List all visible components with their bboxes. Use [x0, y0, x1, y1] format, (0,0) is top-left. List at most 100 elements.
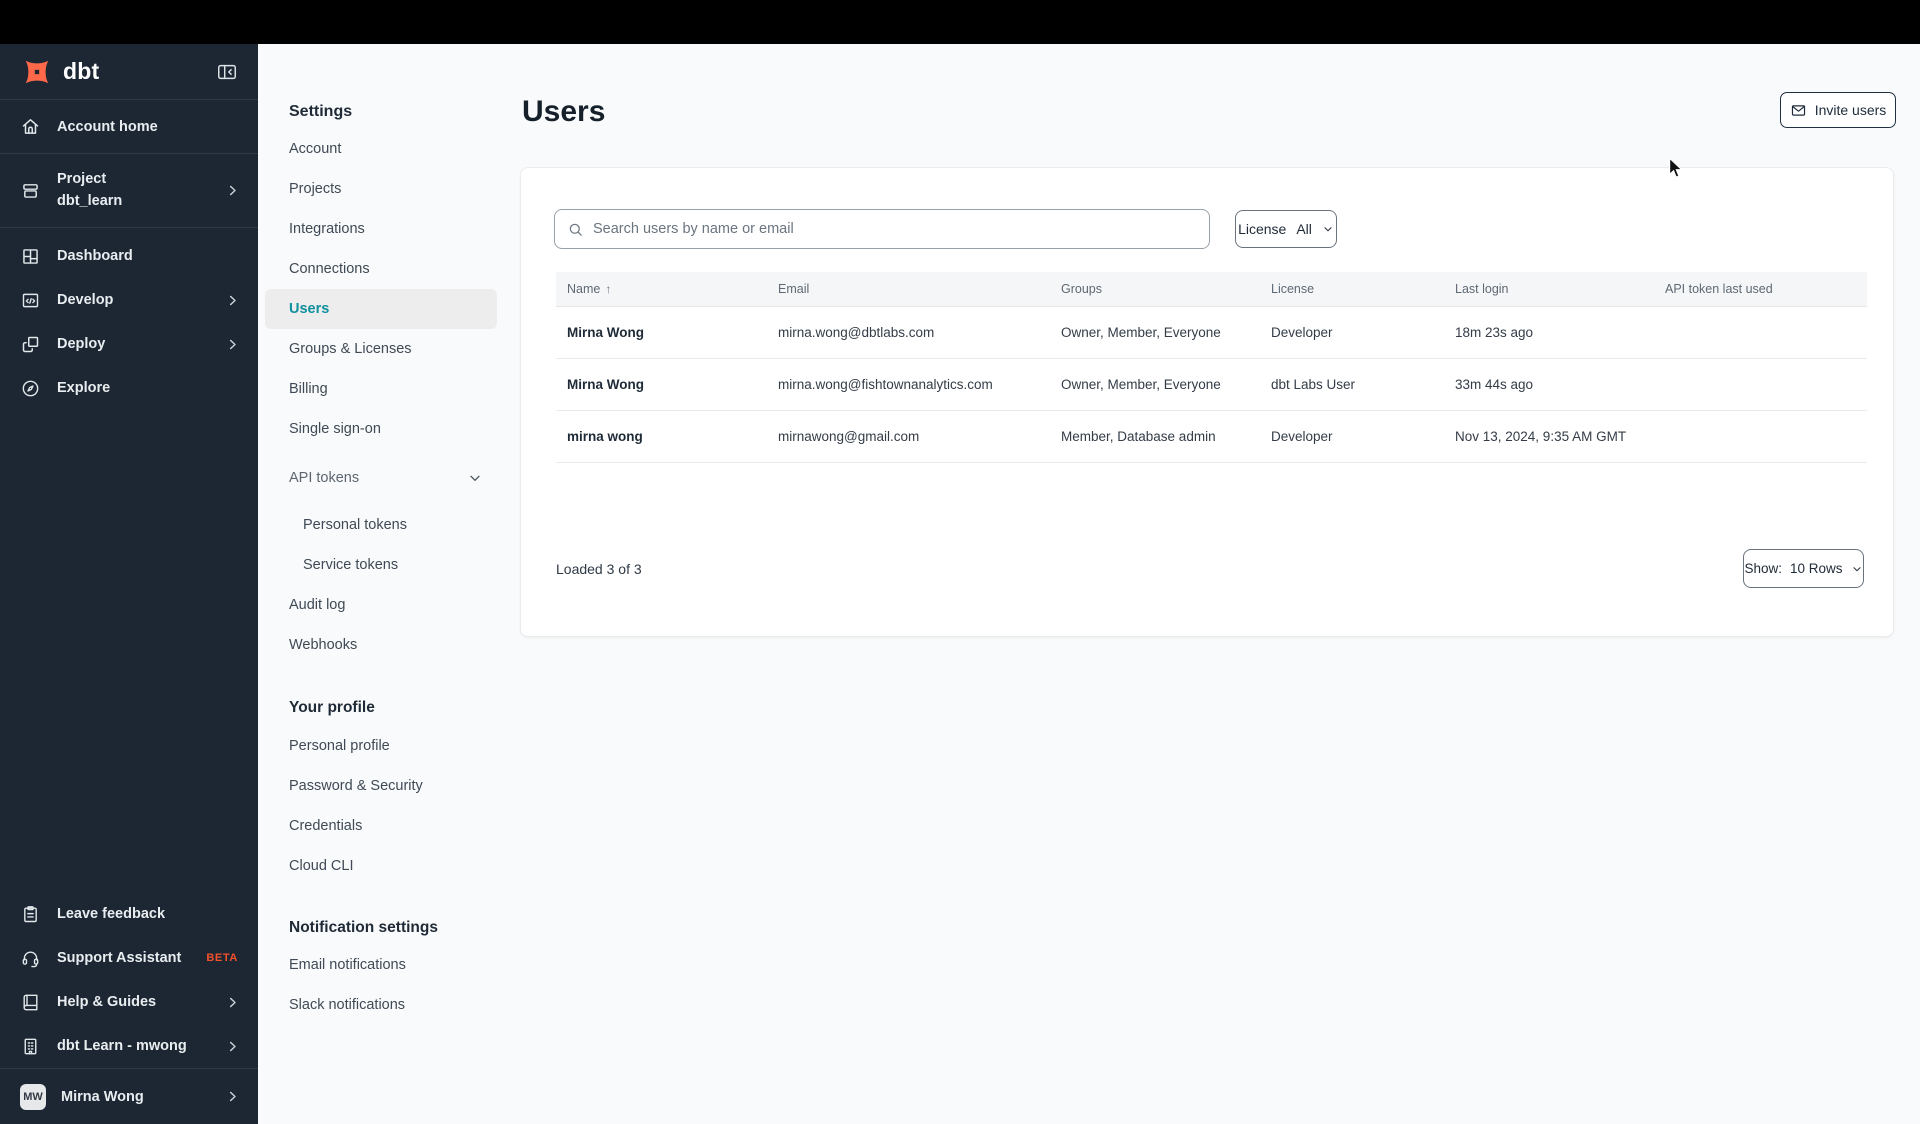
book-icon: [20, 992, 41, 1013]
dbt-logo: dbt: [20, 55, 99, 89]
chevron-right-icon: [225, 1089, 240, 1104]
sidebar-item-label: Deploy: [57, 336, 106, 352]
project-box-icon: [20, 180, 41, 201]
settings-nav-api-tokens[interactable]: API tokens: [265, 458, 497, 498]
settings-nav-audit-log[interactable]: Audit log: [265, 585, 497, 625]
cell-email: mirnawong@gmail.com: [778, 429, 920, 444]
top-black-bar: [0, 0, 1920, 44]
sidebar-item-label: dbt Learn - mwong: [57, 1038, 187, 1054]
deploy-windows-icon: [20, 334, 41, 355]
avatar: MW: [20, 1083, 46, 1110]
sidebar-item-dashboard[interactable]: Dashboard: [0, 234, 258, 278]
sidebar-item-label: Support Assistant: [57, 950, 182, 966]
user-name: Mirna Wong: [61, 1088, 144, 1105]
column-header-license[interactable]: License: [1260, 282, 1444, 296]
table-row[interactable]: mirna wong mirnawong@gmail.com Member, D…: [556, 411, 1867, 463]
settings-nav-cloud-cli[interactable]: Cloud CLI: [265, 846, 497, 886]
develop-code-icon: [20, 290, 41, 311]
settings-nav-single-sign-on[interactable]: Single sign-on: [265, 409, 497, 449]
license-filter-value: All: [1296, 221, 1312, 237]
license-filter-dropdown[interactable]: License All: [1235, 210, 1337, 248]
column-header-email[interactable]: Email: [767, 282, 1050, 296]
sidebar-item-deploy[interactable]: Deploy: [0, 322, 258, 366]
settings-nav-webhooks[interactable]: Webhooks: [265, 625, 497, 665]
chevron-down-icon: [1851, 563, 1863, 575]
sidebar-item-support-assistant[interactable]: Support Assistant BETA: [0, 936, 258, 980]
chevron-right-icon: [225, 293, 240, 308]
sidebar-item-label: Develop: [57, 292, 114, 308]
sidebar-item-label: Account home: [57, 118, 158, 135]
table-header-row: Name ↑ Email Groups License Last login AP…: [556, 272, 1867, 307]
chevron-right-icon: [225, 183, 240, 198]
sidebar-item-develop[interactable]: Develop: [0, 278, 258, 322]
cell-license: Developer: [1271, 429, 1333, 444]
sidebar-header: dbt: [0, 44, 258, 99]
headset-icon: [20, 948, 41, 969]
settings-nav-personal-profile[interactable]: Personal profile: [265, 726, 497, 766]
search-icon: [567, 221, 584, 238]
settings-nav-service-tokens[interactable]: Service tokens: [265, 545, 497, 585]
page-title: Users: [522, 95, 606, 128]
users-card: License All Name↑ Email Groups License L…: [520, 167, 1894, 637]
dbt-logo-icon: [25, 60, 49, 83]
cell-license: dbt Labs User: [1271, 377, 1356, 392]
sidebar-user-menu[interactable]: MW Mirna Wong: [0, 1069, 258, 1124]
sidebar-item-explore[interactable]: Explore: [0, 366, 258, 410]
search-input[interactable]: [593, 221, 1197, 237]
invite-users-button[interactable]: Invite users: [1780, 92, 1896, 128]
column-header-name[interactable]: Name ↑: [556, 282, 767, 296]
loaded-status: Loaded 3 of 3: [556, 561, 642, 577]
column-header-groups[interactable]: Groups: [1050, 282, 1260, 296]
explore-compass-icon: [20, 378, 41, 399]
chevron-right-icon: [225, 337, 240, 352]
settings-nav-account[interactable]: Account: [265, 129, 497, 169]
sidebar: dbt Account home Project dbt_learn Dashb…: [0, 44, 258, 1124]
cell-license: Developer: [1271, 325, 1333, 340]
rows-per-page-dropdown[interactable]: Show: 10 Rows: [1743, 549, 1864, 588]
sidebar-item-help-guides[interactable]: Help & Guides: [0, 980, 258, 1024]
settings-nav-groups-licenses[interactable]: Groups & Licenses: [265, 329, 497, 369]
settings-nav-integrations[interactable]: Integrations: [265, 209, 497, 249]
sidebar-item-label: Dashboard: [57, 248, 133, 264]
dashboard-grid-icon: [20, 246, 41, 267]
sidebar-item-label: Project dbt_learn: [57, 171, 123, 209]
settings-nav-users[interactable]: Users: [265, 289, 497, 329]
sidebar-item-account-home[interactable]: Account home: [0, 100, 258, 153]
cell-groups: Owner, Member, Everyone: [1061, 377, 1221, 392]
show-value: 10 Rows: [1790, 561, 1843, 576]
sidebar-item-leave-feedback[interactable]: Leave feedback: [0, 892, 258, 936]
beta-badge: BETA: [206, 952, 238, 964]
chevron-down-icon: [1322, 223, 1334, 235]
sidebar-item-label: Leave feedback: [57, 906, 166, 922]
table-row[interactable]: Mirna Wong mirna.wong@fishtownanalytics.…: [556, 359, 1867, 411]
cell-last-login: Nov 13, 2024, 9:35 AM GMT: [1455, 429, 1627, 444]
sidebar-item-label: Explore: [57, 380, 111, 396]
sidebar-item-dbt-learn[interactable]: dbt Learn - mwong: [0, 1024, 258, 1068]
settings-nav-credentials[interactable]: Credentials: [265, 806, 497, 846]
sidebar-collapse-icon[interactable]: [214, 60, 240, 84]
column-header-last-login[interactable]: Last login: [1444, 282, 1654, 296]
settings-nav-email-notifications[interactable]: Email notifications: [265, 945, 497, 985]
cell-name: Mirna Wong: [567, 377, 644, 392]
settings-nav-password-security[interactable]: Password & Security: [265, 766, 497, 806]
settings-nav-personal-tokens[interactable]: Personal tokens: [265, 505, 497, 545]
cell-last-login: 18m 23s ago: [1455, 325, 1534, 340]
settings-nav-title: Settings: [289, 103, 353, 120]
chevron-right-icon: [225, 1039, 240, 1054]
cell-name: mirna wong: [567, 429, 643, 444]
clipboard-icon: [20, 904, 41, 925]
cell-last-login: 33m 44s ago: [1455, 377, 1534, 392]
notification-settings-title: Notification settings: [289, 919, 438, 936]
settings-nav-slack-notifications[interactable]: Slack notifications: [265, 985, 497, 1025]
search-box: [554, 209, 1210, 249]
your-profile-title: Your profile: [289, 699, 375, 716]
settings-nav-connections[interactable]: Connections: [265, 249, 497, 289]
settings-nav-billing[interactable]: Billing: [265, 369, 497, 409]
sidebar-item-project[interactable]: Project dbt_learn: [0, 154, 258, 227]
table-row[interactable]: Mirna Wong mirna.wong@dbtlabs.com Owner,…: [556, 307, 1867, 359]
show-label: Show:: [1744, 561, 1782, 576]
settings-nav-projects[interactable]: Projects: [265, 169, 497, 209]
column-header-api-token[interactable]: API token last used: [1654, 282, 1867, 296]
logo-text: dbt: [63, 58, 100, 84]
home-icon: [20, 116, 41, 137]
